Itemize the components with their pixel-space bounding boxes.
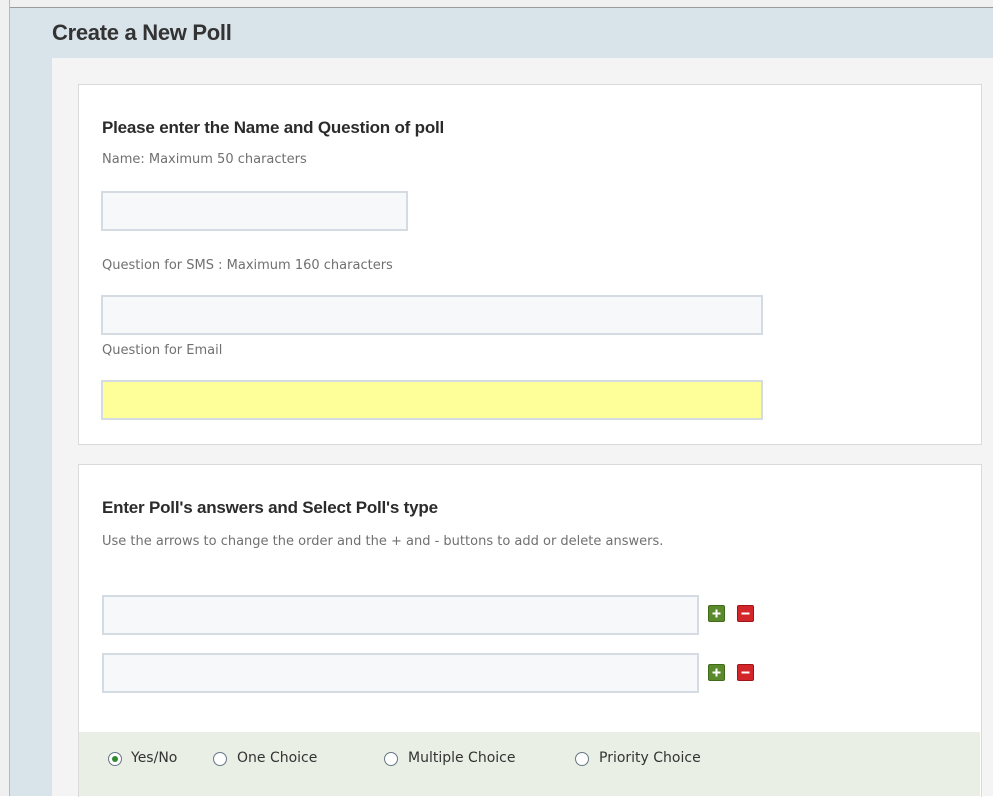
radio-multiple-choice[interactable] bbox=[384, 752, 398, 766]
name-question-section-title: Please enter the Name and Question of po… bbox=[102, 118, 445, 137]
answers-hint: Use the arrows to change the order and t… bbox=[102, 534, 664, 549]
remove-answer-button[interactable] bbox=[737, 664, 754, 681]
answers-section-title: Enter Poll's answers and Select Poll's t… bbox=[102, 498, 438, 517]
name-hint: Name: Maximum 50 characters bbox=[102, 152, 307, 167]
radio-one-choice[interactable] bbox=[213, 752, 227, 766]
radio-label-one-choice[interactable]: One Choice bbox=[237, 750, 317, 766]
add-answer-button[interactable] bbox=[708, 664, 725, 681]
page-title: Create a New Poll bbox=[52, 20, 232, 45]
radio-yes-no[interactable] bbox=[108, 752, 122, 766]
radio-label-yes-no[interactable]: Yes/No bbox=[131, 750, 177, 766]
plus-icon bbox=[712, 609, 721, 618]
poll-name-input[interactable] bbox=[101, 191, 408, 231]
radio-label-multiple-choice[interactable]: Multiple Choice bbox=[408, 750, 515, 766]
answer-input-2[interactable] bbox=[102, 653, 699, 693]
email-question-input[interactable] bbox=[101, 380, 763, 420]
plus-icon bbox=[712, 668, 721, 677]
add-answer-button[interactable] bbox=[708, 605, 725, 622]
radio-priority-choice[interactable] bbox=[575, 752, 589, 766]
top-border bbox=[10, 7, 993, 8]
minus-icon bbox=[741, 612, 750, 615]
answer-input-1[interactable] bbox=[102, 595, 699, 635]
sms-question-hint: Question for SMS : Maximum 160 character… bbox=[102, 258, 393, 273]
sms-question-input[interactable] bbox=[101, 295, 763, 335]
remove-answer-button[interactable] bbox=[737, 605, 754, 622]
radio-label-priority-choice[interactable]: Priority Choice bbox=[599, 750, 701, 766]
left-gutter bbox=[10, 8, 52, 796]
minus-icon bbox=[741, 671, 750, 674]
email-question-hint: Question for Email bbox=[102, 343, 223, 358]
